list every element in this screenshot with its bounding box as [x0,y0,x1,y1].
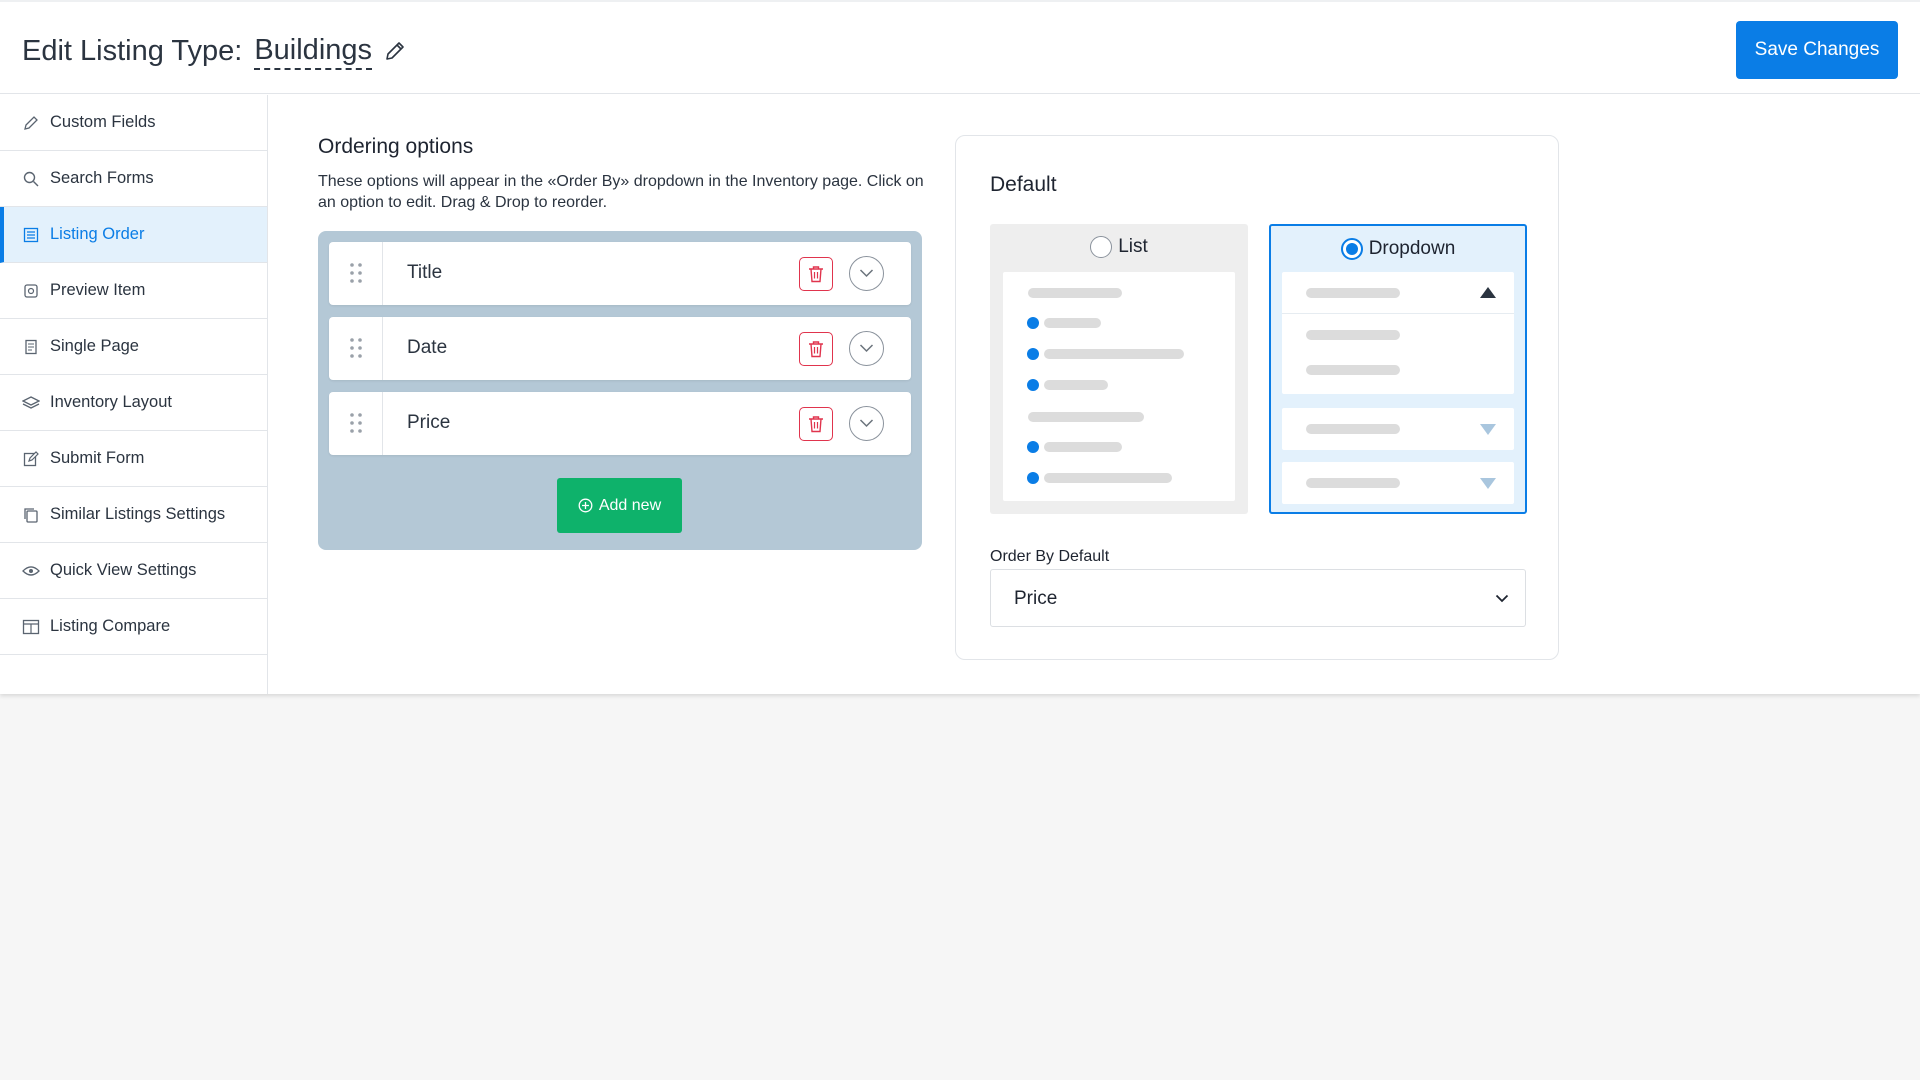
sidebar-item-inventory-layout[interactable]: Inventory Layout [0,375,267,431]
chevron-down-icon [859,344,874,353]
edit-form-icon [22,450,40,468]
display-option-dropdown[interactable]: Dropdown [1269,224,1527,514]
expand-option-button[interactable] [849,406,884,441]
sidebar-item-quick-view[interactable]: Quick View Settings [0,543,267,599]
ordering-option-label: Title [407,262,443,283]
preview-icon [22,282,40,300]
trash-icon [809,266,823,283]
display-option-label: Dropdown [1368,238,1456,259]
sidebar-item-label: Preview Item [50,281,146,299]
expand-option-button[interactable] [849,331,884,366]
sidebar-item-submit-form[interactable]: Submit Form [0,431,267,487]
list-order-icon [22,226,40,244]
pencil-icon[interactable] [384,40,406,62]
ordering-option-row[interactable]: Date [329,317,911,380]
page-icon [22,338,40,356]
sidebar-item-label: Submit Form [50,449,145,467]
eye-icon [22,562,40,580]
top-bar: Edit Listing Type: Buildings Save Change… [0,0,1920,94]
dropdown-preview-illustration [1282,272,1514,394]
plus-circle-icon [578,498,593,513]
ordering-option-label: Price [407,412,451,433]
sidebar-item-preview-item[interactable]: Preview Item [0,263,267,319]
triangle-up-icon [1480,287,1496,298]
add-new-option-button[interactable]: Add new [557,478,682,533]
sidebar-item-label: Quick View Settings [50,561,197,579]
drag-handle-icon[interactable] [329,317,383,380]
sidebar-item-label: Search Forms [50,169,154,187]
page-title-prefix: Edit Listing Type: [22,34,243,67]
ordering-option-row[interactable]: Title [329,242,911,305]
app-shell: Edit Listing Type: Buildings Save Change… [0,0,1920,694]
order-by-default-value: Price [1014,588,1058,609]
sidebar-item-label: Custom Fields [50,113,156,131]
display-option-header: List [990,236,1248,258]
search-icon [22,170,40,188]
chevron-down-icon [859,269,874,278]
default-title: Default [990,173,1057,196]
delete-option-button[interactable] [799,332,833,366]
layers-icon [22,394,40,412]
order-by-default-label: Order By Default [990,548,1110,565]
display-option-list[interactable]: List [990,224,1248,514]
sidebar-item-label: Listing Compare [50,617,171,635]
save-changes-button[interactable]: Save Changes [1736,21,1898,79]
sidebar-item-label: Inventory Layout [50,393,172,411]
display-option-header: Dropdown [1271,238,1525,260]
sidebar-item-label: Single Page [50,337,139,355]
ordering-option-row[interactable]: Price [329,392,911,455]
chevron-down-icon [1495,594,1509,603]
copy-icon [22,506,40,524]
order-by-default-select[interactable]: Price [990,569,1526,627]
radio-dropdown[interactable] [1340,238,1363,260]
delete-option-button[interactable] [799,257,833,291]
ordering-options-list: Title Date Price Add new [318,231,922,550]
dropdown-preview-field [1282,462,1514,504]
display-option-label: List [1118,236,1148,257]
ordering-options-title: Ordering options [318,135,474,158]
delete-option-button[interactable] [799,407,833,441]
drag-handle-icon[interactable] [329,392,383,455]
main-content: Ordering options These options will appe… [268,95,1920,694]
expand-option-button[interactable] [849,256,884,291]
compare-icon [22,618,40,636]
radio-list[interactable] [1090,236,1113,258]
trash-icon [809,341,823,358]
sidebar-item-similar-listings[interactable]: Similar Listings Settings [0,487,267,543]
trash-icon [809,416,823,433]
triangle-down-icon [1480,478,1496,489]
chevron-down-icon [859,419,874,428]
pencil-icon [22,114,40,132]
sidebar: Custom Fields Search Forms Listing Order… [0,95,268,694]
triangle-down-icon [1480,424,1496,435]
list-preview-illustration [1003,272,1235,501]
drag-handle-icon[interactable] [329,242,383,305]
sidebar-item-single-page[interactable]: Single Page [0,319,267,375]
ordering-option-label: Date [407,337,448,358]
sidebar-item-listing-order[interactable]: Listing Order [0,207,267,263]
dropdown-preview-field [1282,408,1514,450]
sidebar-item-label: Similar Listings Settings [50,505,226,523]
listing-type-name[interactable]: Buildings [254,32,373,70]
sidebar-item-label: Listing Order [50,225,145,243]
sidebar-item-listing-compare[interactable]: Listing Compare [0,599,267,655]
sidebar-item-custom-fields[interactable]: Custom Fields [0,95,267,151]
sidebar-item-search-forms[interactable]: Search Forms [0,151,267,207]
page-title: Edit Listing Type: Buildings [22,32,406,70]
default-settings-card: Default List Dropdown Order By Default P… [955,135,1559,660]
ordering-options-description: These options will appear in the «Order … [318,173,924,211]
add-new-label: Add new [598,496,662,514]
